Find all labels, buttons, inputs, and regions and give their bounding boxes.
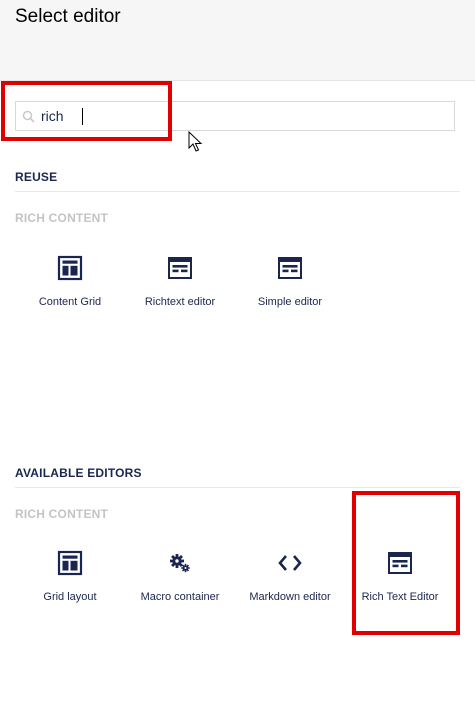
reuse-group-title: RICH CONTENT [15, 211, 109, 225]
highlight-search-box [1, 81, 172, 141]
editor-content-grid[interactable]: Content Grid [15, 254, 125, 308]
editor-macro-container[interactable]: Macro container [125, 549, 235, 603]
dialog-header: Select editor [0, 0, 475, 81]
reuse-heading: REUSE [15, 170, 58, 184]
editor-label: Grid layout [43, 591, 97, 603]
rich-text-icon [168, 257, 192, 279]
mouse-pointer-icon [188, 131, 203, 152]
editor-simple[interactable]: Simple editor [235, 254, 345, 308]
editor-markdown[interactable]: Markdown editor [235, 549, 345, 603]
available-group-title: RICH CONTENT [15, 507, 109, 521]
highlight-rich-text-editor [352, 491, 460, 635]
editor-label: Macro container [140, 591, 220, 603]
editor-richtext[interactable]: Richtext editor [125, 254, 235, 308]
dialog-title: Select editor [15, 6, 121, 27]
editor-label: Simple editor [257, 296, 323, 308]
reuse-divider [15, 191, 460, 192]
grid-layout-icon [57, 550, 83, 576]
available-editors-heading: AVAILABLE EDITORS [15, 466, 142, 480]
available-editors-divider [15, 487, 460, 488]
editor-label: Richtext editor [144, 296, 216, 308]
gears-icon [170, 554, 190, 573]
code-icon [278, 555, 302, 571]
grid-layout-icon [57, 255, 83, 281]
editor-grid-layout[interactable]: Grid layout [15, 549, 125, 603]
editor-label: Content Grid [38, 296, 102, 308]
rich-text-icon [278, 257, 302, 279]
editor-label: Markdown editor [249, 591, 331, 603]
